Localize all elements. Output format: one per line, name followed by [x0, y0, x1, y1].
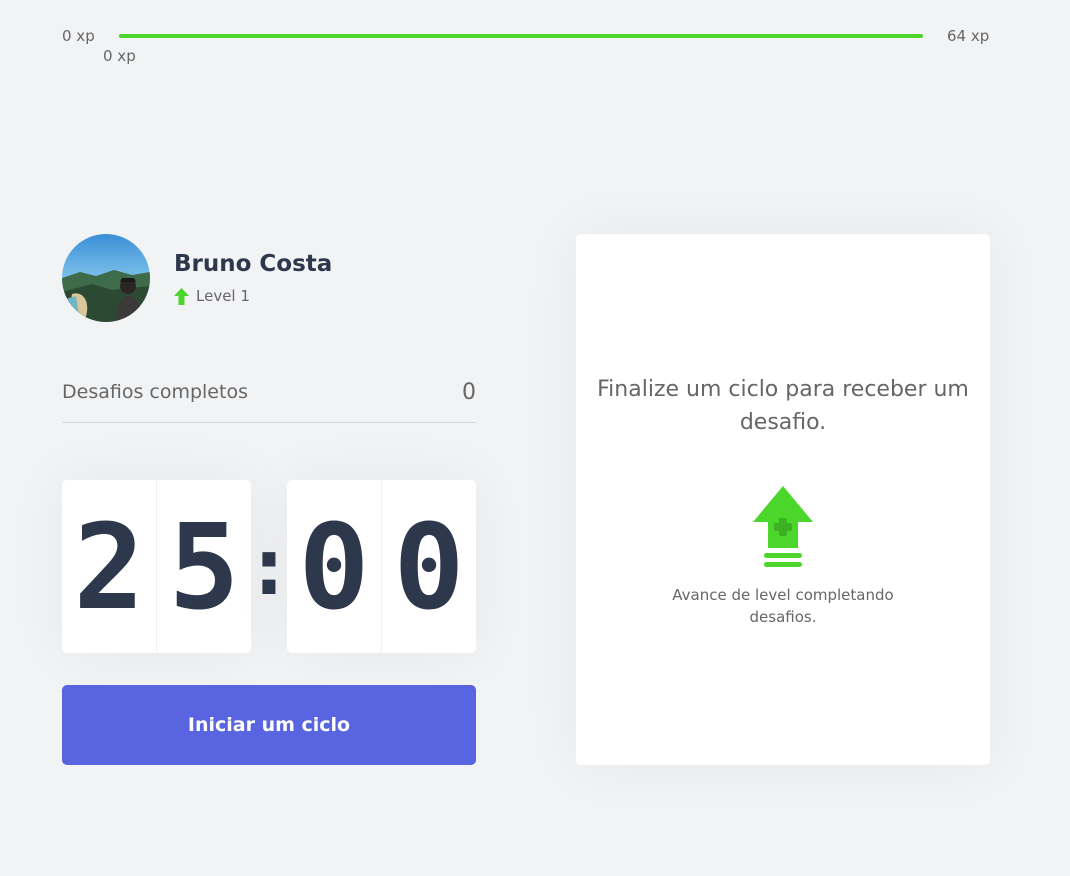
completed-challenges-label: Desafios completos [62, 381, 248, 403]
challenge-box-hint: Avance de level completando desafios. [672, 586, 894, 626]
avatar [62, 234, 150, 322]
level-up-arrow-icon [174, 287, 189, 305]
level-up-icon [753, 486, 813, 567]
minute-digit-right: 5 [156, 480, 251, 653]
experience-bar-fill [119, 34, 923, 38]
avatar-image [62, 234, 150, 322]
profile-level-label: Level 1 [196, 287, 250, 305]
countdown-minutes: 2 5 [62, 480, 251, 653]
experience-bar [119, 34, 923, 38]
countdown-separator: : [244, 520, 294, 613]
profile-name: Bruno Costa [174, 251, 333, 277]
xp-current-label: 0 xp [103, 47, 136, 65]
page: 0 xp 64 xp 0 xp Bruno Costa Level 1 Desa… [0, 0, 1070, 876]
completed-challenges-count: 0 [462, 379, 476, 405]
challenge-box: Finalize um ciclo para receber um desafi… [576, 234, 990, 765]
xp-min-label: 0 xp [62, 27, 95, 45]
profile-level: Level 1 [174, 287, 250, 305]
minute-digit-left: 2 [73, 497, 145, 636]
countdown-seconds: 0 0 [287, 480, 476, 653]
second-digit-left: 0 [298, 497, 370, 636]
countdown: 2 5 : 0 0 [62, 480, 476, 653]
xp-max-label: 64 xp [947, 27, 990, 45]
start-cycle-button[interactable]: Iniciar um ciclo [62, 685, 476, 765]
challenge-box-title: Finalize um ciclo para receber um desafi… [597, 377, 969, 435]
completed-challenges: Desafios completos 0 [62, 370, 476, 423]
second-digit-right: 0 [381, 480, 476, 653]
